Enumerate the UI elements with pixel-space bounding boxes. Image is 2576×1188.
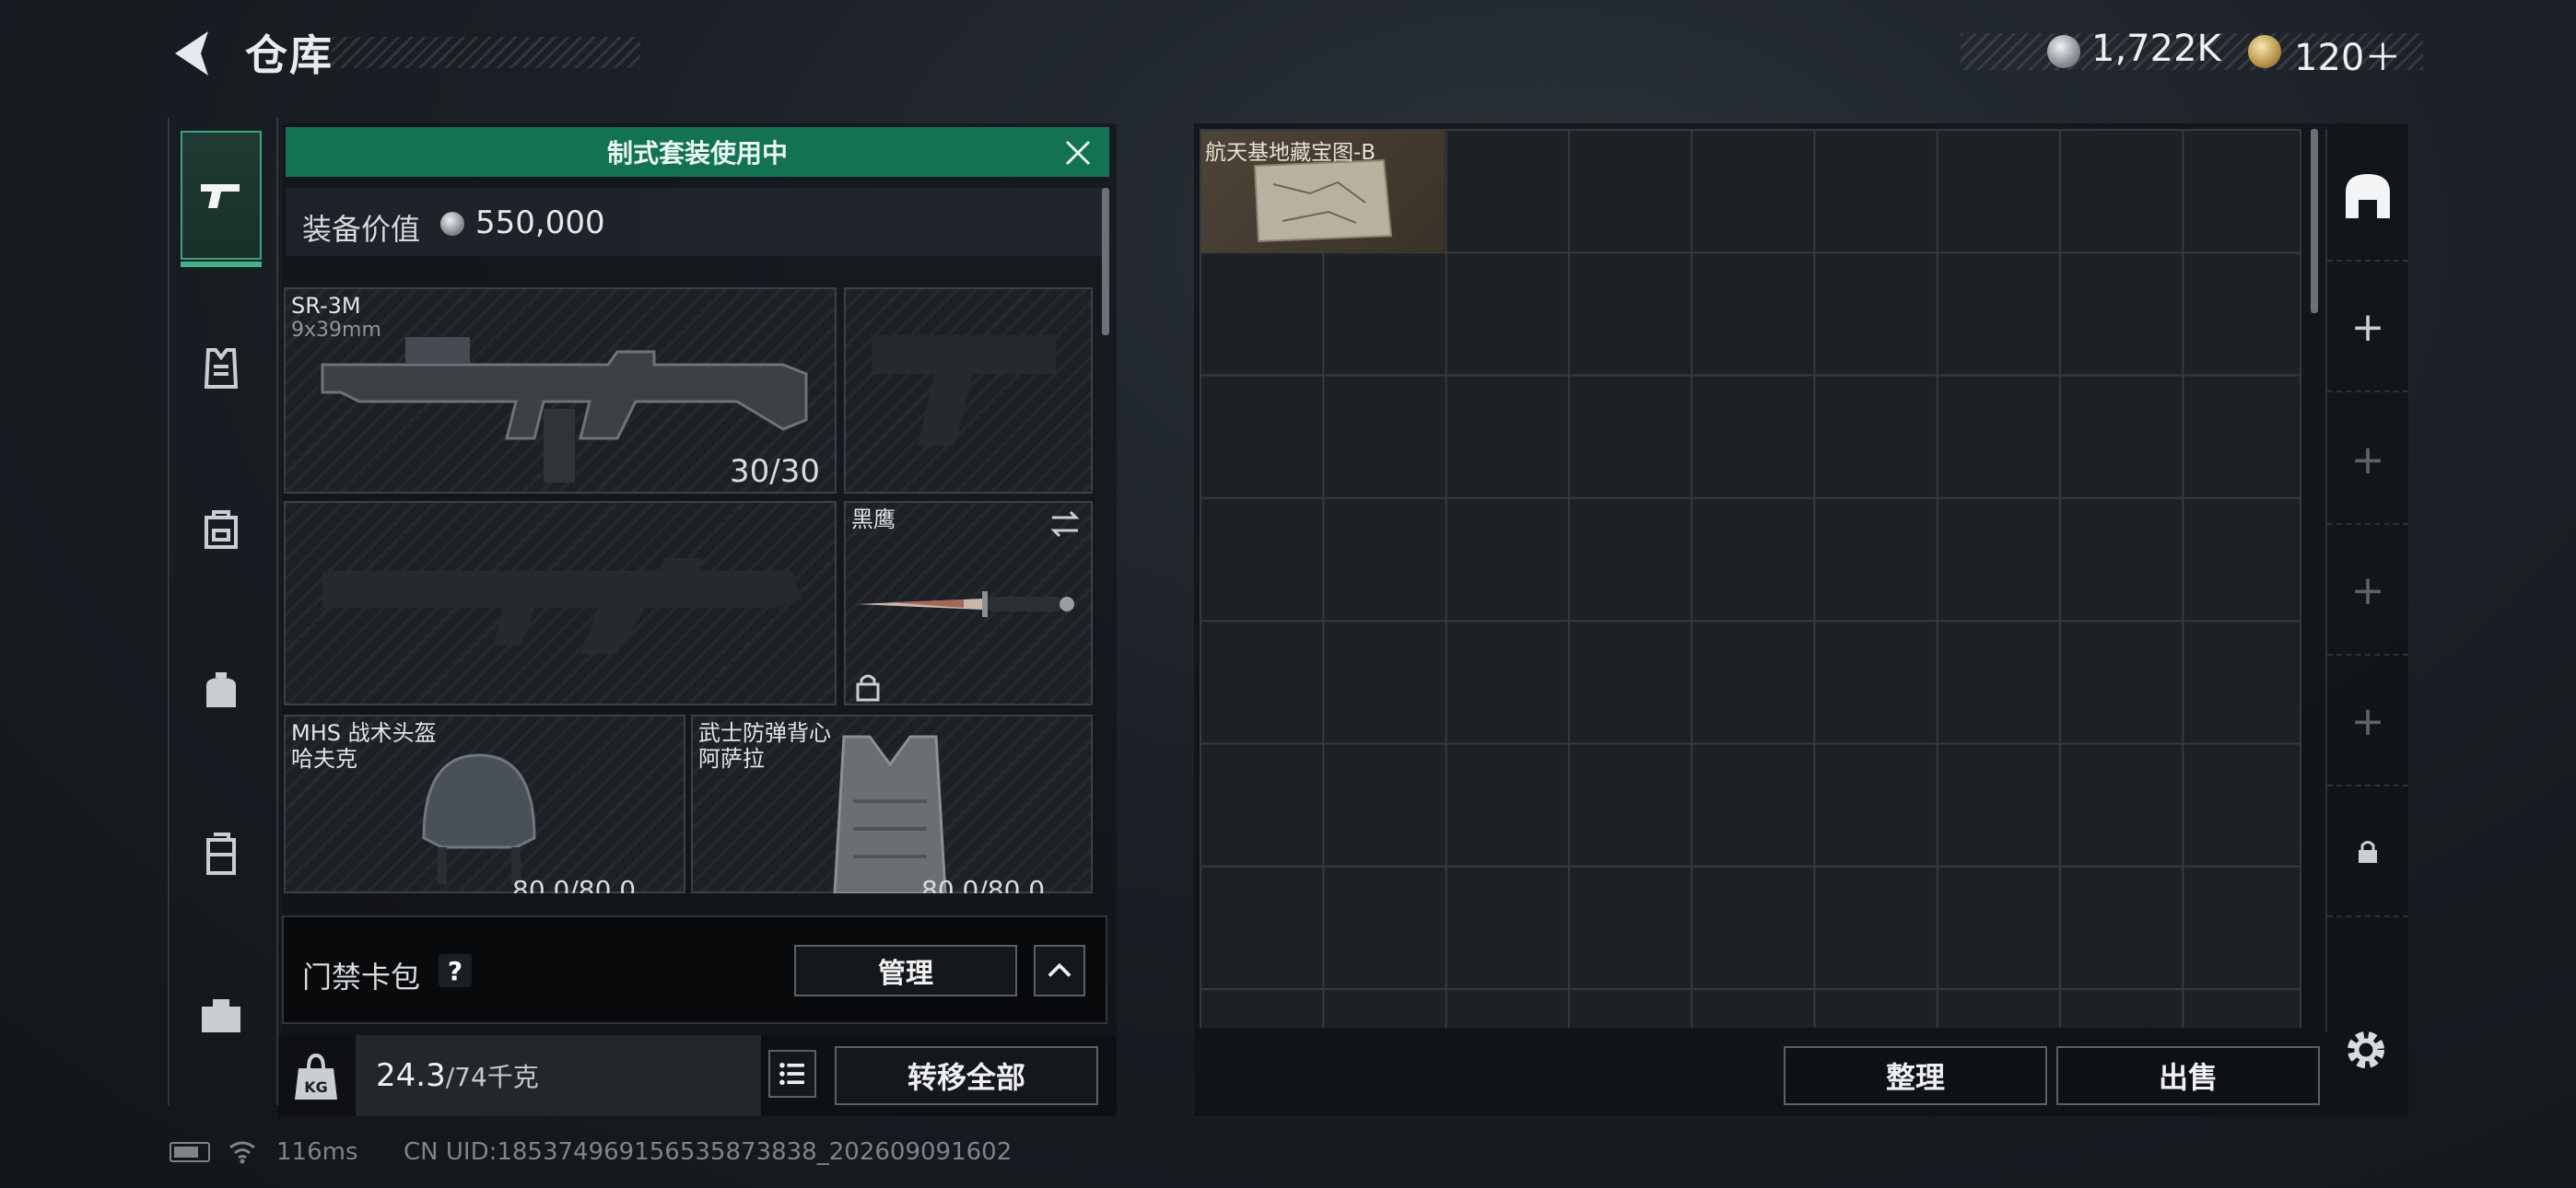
carry-weight-max: /74千克 [445, 1062, 539, 1092]
equipment-value-label: 装备价值 [302, 212, 421, 247]
add-container-icon[interactable]: + [2327, 263, 2408, 392]
vest-icon [204, 348, 239, 389]
transfer-all-button[interactable]: 转移全部 [835, 1046, 1098, 1105]
warehouse-icon [2346, 174, 2390, 218]
gold-balance[interactable]: 120＋ [2294, 28, 2401, 81]
toolbox-icon [202, 999, 240, 1032]
wifi-icon [229, 1141, 255, 1164]
silver-coin-icon [2047, 35, 2080, 68]
backpack-icon [205, 510, 238, 549]
back-arrow-icon[interactable] [166, 26, 221, 81]
gear-icon[interactable] [2340, 1024, 2392, 1076]
armor-vest-icon [833, 735, 947, 893]
svg-text:KG: KG [304, 1078, 328, 1096]
swap-icon[interactable] [1048, 508, 1082, 540]
list-icon[interactable] [768, 1050, 816, 1098]
case-icon [206, 833, 236, 875]
helmet-durability: 80.0/80.0 [512, 875, 637, 893]
battery-icon [170, 1142, 210, 1162]
pistol-icon [201, 184, 240, 208]
carry-weight: 24.3/74千克 [376, 1057, 539, 1094]
tidy-button[interactable]: 整理 [1784, 1046, 2047, 1105]
helmet-icon [422, 753, 536, 884]
add-container-icon[interactable]: + [2327, 396, 2408, 525]
carry-weight-value: 24.3 [376, 1057, 446, 1094]
weight-kg-icon: KG [295, 1053, 337, 1100]
warehouse-tab[interactable] [2327, 133, 2408, 262]
helmet-brand: 哈夫克 [291, 746, 357, 772]
treasure-map-icon [1253, 158, 1393, 243]
storage-item-name: 航天基地藏宝图-B [1205, 141, 1376, 165]
locked-container[interactable] [2327, 788, 2408, 917]
pistol-placeholder-icon [872, 335, 1056, 446]
nav-backpack[interactable] [181, 464, 262, 593]
loadout-scrollbar[interactable] [1102, 188, 1109, 335]
close-icon[interactable] [1061, 136, 1095, 169]
armor-durability: 80.0/80.0 [921, 875, 1046, 893]
silver-coin-icon [440, 212, 464, 236]
title-decoration [332, 37, 640, 68]
page-title: 仓库 [245, 30, 334, 80]
rifle-placeholder-icon [322, 558, 802, 654]
lock-icon [2359, 841, 2377, 863]
knife-icon [857, 591, 1074, 617]
silver-balance: 1,722K [2091, 28, 2221, 70]
help-icon[interactable]: ? [439, 954, 472, 987]
user-uid: CN UID:18537496915653587383​8_2026090916… [404, 1138, 1013, 1166]
nav-bag[interactable] [181, 626, 262, 755]
nav-case[interactable] [181, 790, 262, 919]
nav-toolbox[interactable] [181, 950, 262, 1079]
storage-grid[interactable] [1200, 129, 2301, 1028]
ping-readout: 116ms [276, 1138, 358, 1166]
armor-name: 武士防弹背心 [698, 720, 831, 746]
access-card-label: 门禁卡包 [302, 960, 421, 995]
bag-icon [206, 672, 236, 707]
armor-brand: 阿萨拉 [698, 746, 765, 772]
primary-weapon-ammo: 30/30 [730, 453, 820, 490]
add-container-icon[interactable]: + [2327, 527, 2408, 656]
add-container-icon[interactable]: + [2327, 658, 2408, 786]
chevron-up-icon[interactable] [1034, 945, 1085, 996]
standard-kit-banner: 制式套装使用中 [286, 127, 1109, 177]
nav-vest[interactable] [181, 304, 262, 433]
melee-name: 黑鹰 [851, 507, 896, 532]
equipment-value: 550,000 [475, 204, 605, 241]
gold-coin-icon [2248, 35, 2281, 68]
lock-icon [856, 674, 880, 702]
storage-scrollbar[interactable] [2311, 129, 2318, 313]
manage-button[interactable]: 管理 [794, 945, 1017, 996]
sell-button[interactable]: 出售 [2056, 1046, 2320, 1105]
nav-weapons[interactable] [181, 131, 262, 267]
